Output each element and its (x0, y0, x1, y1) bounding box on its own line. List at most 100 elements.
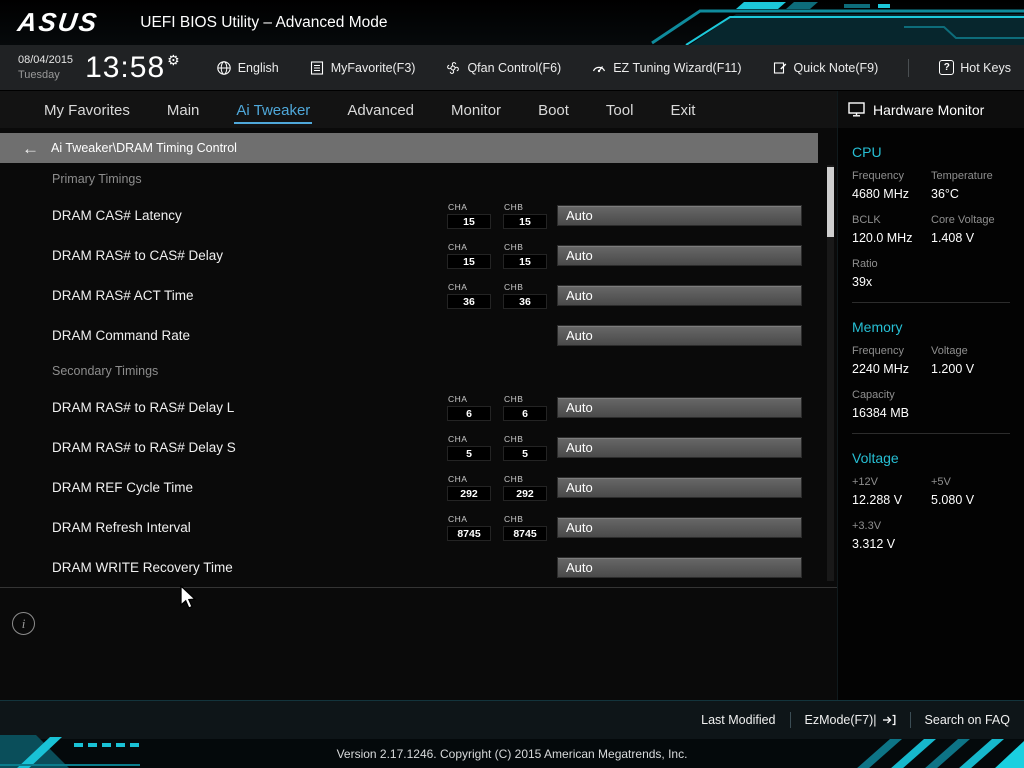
dropdown-value: Auto (566, 399, 593, 415)
ez-tuning-wizard-button[interactable]: EZ Tuning Wizard(F11) (591, 60, 742, 76)
gear-icon[interactable]: ⚙ (167, 52, 180, 69)
voltage-12v-value: 12.288 V (852, 493, 903, 507)
setting-dropdown[interactable]: Auto (557, 556, 802, 578)
cpu-temperature-label: Temperature (931, 170, 993, 182)
myfavorite-icon (310, 60, 323, 75)
cpu-core-voltage-value: 1.408 V (931, 231, 975, 245)
chb-header: CHB (504, 473, 524, 484)
cpu-core-voltage-label: Core Voltage (931, 214, 995, 226)
hot-keys-label: Hot Keys (960, 60, 1011, 75)
setting-label: DRAM RAS# to CAS# Delay (52, 247, 224, 263)
hardware-monitor-title: Hardware Monitor (873, 101, 985, 118)
setting-dropdown[interactable]: Auto (557, 396, 802, 418)
last-modified-label: Last Modified (701, 713, 776, 727)
cha-header: CHA (448, 393, 468, 404)
dropdown-value: Auto (566, 479, 593, 495)
tab-boot[interactable]: Boot (536, 96, 571, 124)
setting-row: DRAM Refresh Interval CHA 8745 CHB 8745 Au… (0, 507, 837, 547)
help-text-area: i (0, 588, 837, 700)
language-button[interactable]: English (216, 60, 279, 76)
voltage-12v-label: +12V (852, 476, 878, 488)
setting-dropdown[interactable]: Auto (557, 244, 802, 266)
divider (852, 433, 1010, 434)
hm-row: Frequency 4680 MHz Temperature 36°C (852, 170, 1010, 201)
search-on-faq-label: Search on FAQ (924, 713, 1010, 727)
tab-main[interactable]: Main (165, 96, 202, 124)
voltage-section-title: Voltage (852, 450, 899, 466)
ezmode-exit-icon (882, 714, 895, 726)
channel-values: CHA 15 CHB 15 (447, 202, 547, 229)
chb-header: CHB (504, 201, 524, 212)
search-on-faq-button[interactable]: Search on FAQ (925, 713, 1010, 727)
cpu-bclk-label: BCLK (852, 214, 881, 226)
cha-header: CHA (448, 281, 468, 292)
chb-value: 6 (503, 405, 547, 421)
quick-note-button[interactable]: Quick Note(F9) (772, 60, 879, 76)
setting-label: DRAM Refresh Interval (52, 519, 191, 535)
asus-logo: ASUS (15, 7, 101, 37)
channel-values: CHA 36 CHB 36 (447, 282, 547, 309)
last-modified-button[interactable]: Last Modified (701, 713, 775, 727)
ez-tuning-icon (593, 65, 606, 72)
setting-dropdown[interactable]: Auto (557, 516, 802, 538)
setting-dropdown[interactable]: Auto (557, 284, 802, 306)
setting-dropdown[interactable]: Auto (557, 204, 802, 226)
main-content: ← Ai Tweaker\DRAM Timing Control Primary… (0, 128, 837, 700)
language-label: English (237, 60, 279, 75)
hm-row: +3.3V 3.312 V (852, 520, 1010, 551)
day-text: Tuesday (18, 68, 60, 81)
setting-dropdown[interactable]: Auto (557, 436, 802, 458)
setting-label: DRAM CAS# Latency (52, 207, 182, 223)
divider (852, 302, 1010, 303)
globe-icon (216, 60, 231, 75)
hot-keys-icon: ? (939, 60, 955, 75)
hm-row: Frequency 2240 MHz Voltage 1.200 V (852, 345, 1010, 376)
hot-keys-button[interactable]: ? Hot Keys (939, 60, 1011, 75)
cha-header: CHA (448, 241, 468, 252)
scrollbar-thumb[interactable] (827, 167, 834, 237)
qfan-control-button[interactable]: Qfan Control(F6) (445, 60, 561, 76)
quick-note-label: Quick Note(F9) (793, 60, 879, 75)
qfan-icon (447, 61, 460, 74)
dropdown-value: Auto (566, 519, 593, 535)
cha-value: 15 (447, 213, 491, 229)
setting-label: DRAM RAS# ACT Time (52, 287, 194, 303)
settings-list: Primary Timings DRAM CAS# Latency CHA 15 … (0, 163, 837, 588)
chb-value: 15 (503, 253, 547, 269)
chb-header: CHB (504, 281, 524, 292)
myfavorite-button[interactable]: MyFavorite(F3) (309, 60, 415, 76)
bios-screen: ASUS UEFI BIOS Utility – Advanced Mode 0… (0, 0, 1024, 768)
setting-dropdown[interactable]: Auto (557, 476, 802, 498)
back-arrow-icon[interactable]: ← (22, 140, 39, 157)
dropdown-value: Auto (566, 439, 593, 455)
tab-monitor[interactable]: Monitor (449, 96, 503, 124)
cpu-section-title: CPU (852, 144, 882, 160)
chb-header: CHB (504, 513, 524, 524)
toolbar-separator (908, 58, 910, 77)
setting-row: DRAM REF Cycle Time CHA 292 CHB 292 Auto (0, 467, 837, 507)
setting-dropdown[interactable]: Auto (557, 324, 802, 346)
dropdown-value: Auto (566, 247, 593, 263)
cha-value: 15 (447, 253, 491, 269)
tab-exit[interactable]: Exit (668, 96, 697, 124)
top-bar: ASUS UEFI BIOS Utility – Advanced Mode (0, 0, 1024, 45)
setting-label: DRAM REF Cycle Time (52, 479, 194, 495)
memory-capacity-label: Capacity (852, 389, 895, 401)
tab-my-favorites[interactable]: My Favorites (42, 96, 132, 124)
ezmode-button[interactable]: EzMode(F7)| (805, 713, 896, 727)
memory-frequency-value: 2240 MHz (852, 362, 909, 376)
chb-header: CHB (504, 241, 524, 252)
toolbar: 08/04/2015 Tuesday 13:58 ⚙ English MyFav… (0, 45, 1024, 91)
hardware-monitor-body: CPU Frequency 4680 MHz Temperature 36°C BC… (838, 144, 1024, 551)
dropdown-value: Auto (566, 287, 593, 303)
dropdown-value: Auto (566, 559, 593, 575)
tab-tool[interactable]: Tool (604, 96, 636, 124)
dropdown-value: Auto (566, 207, 593, 223)
breadcrumb: ← Ai Tweaker\DRAM Timing Control (0, 133, 818, 163)
main-menu-tabs: My Favorites Main Ai Tweaker Advanced Mo… (0, 91, 837, 128)
tab-advanced[interactable]: Advanced (345, 96, 416, 124)
tab-ai-tweaker[interactable]: Ai Tweaker (234, 96, 313, 124)
setting-label: DRAM RAS# to RAS# Delay L (52, 399, 235, 415)
scrollbar[interactable] (827, 165, 834, 581)
channel-values: CHA 15 CHB 15 (447, 242, 547, 269)
